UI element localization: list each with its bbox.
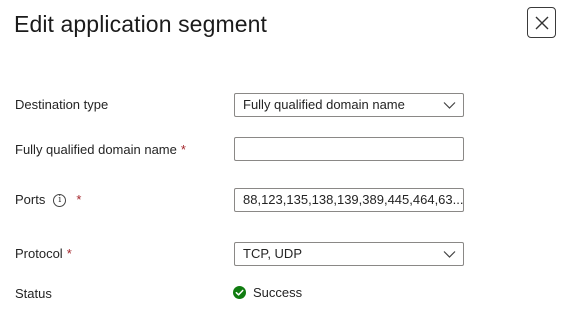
- protocol-label: Protocol *: [15, 245, 72, 263]
- destination-type-label-text: Destination type: [15, 97, 109, 112]
- fqdn-input[interactable]: [243, 138, 463, 160]
- protocol-dropdown[interactable]: TCP, UDP: [234, 242, 464, 266]
- required-marker: *: [180, 142, 186, 157]
- close-icon: [535, 16, 548, 29]
- ports-input-field[interactable]: 88,123,135,138,139,389,445,464,63...: [234, 188, 464, 212]
- status-text: Success: [253, 285, 303, 300]
- success-check-icon: [233, 286, 246, 299]
- close-button[interactable]: [527, 7, 556, 38]
- status-label-text: Status: [15, 286, 52, 301]
- fqdn-label-text: Fully qualified domain name: [15, 142, 177, 157]
- status-label: Status: [15, 285, 52, 303]
- ports-label-text: Ports: [15, 192, 46, 207]
- info-icon[interactable]: i: [53, 193, 67, 207]
- fqdn-input-field[interactable]: [234, 137, 464, 161]
- ports-label: Ports i *: [15, 191, 81, 209]
- edit-application-segment-panel: Edit application segment Destination typ…: [0, 0, 566, 323]
- status-value: Success: [233, 285, 302, 300]
- panel-title: Edit application segment: [14, 11, 267, 37]
- destination-type-value: Fully qualified domain name: [243, 97, 405, 112]
- chevron-down-icon: [443, 102, 456, 109]
- required-marker: *: [66, 246, 72, 261]
- destination-type-dropdown[interactable]: Fully qualified domain name: [234, 93, 464, 117]
- fqdn-label: Fully qualified domain name *: [15, 141, 186, 159]
- protocol-label-text: Protocol: [15, 246, 63, 261]
- required-marker: *: [76, 192, 82, 207]
- destination-type-label: Destination type: [15, 96, 108, 114]
- protocol-value: TCP, UDP: [243, 246, 302, 261]
- chevron-down-icon: [443, 251, 456, 258]
- ports-value: 88,123,135,138,139,389,445,464,63...: [243, 192, 464, 207]
